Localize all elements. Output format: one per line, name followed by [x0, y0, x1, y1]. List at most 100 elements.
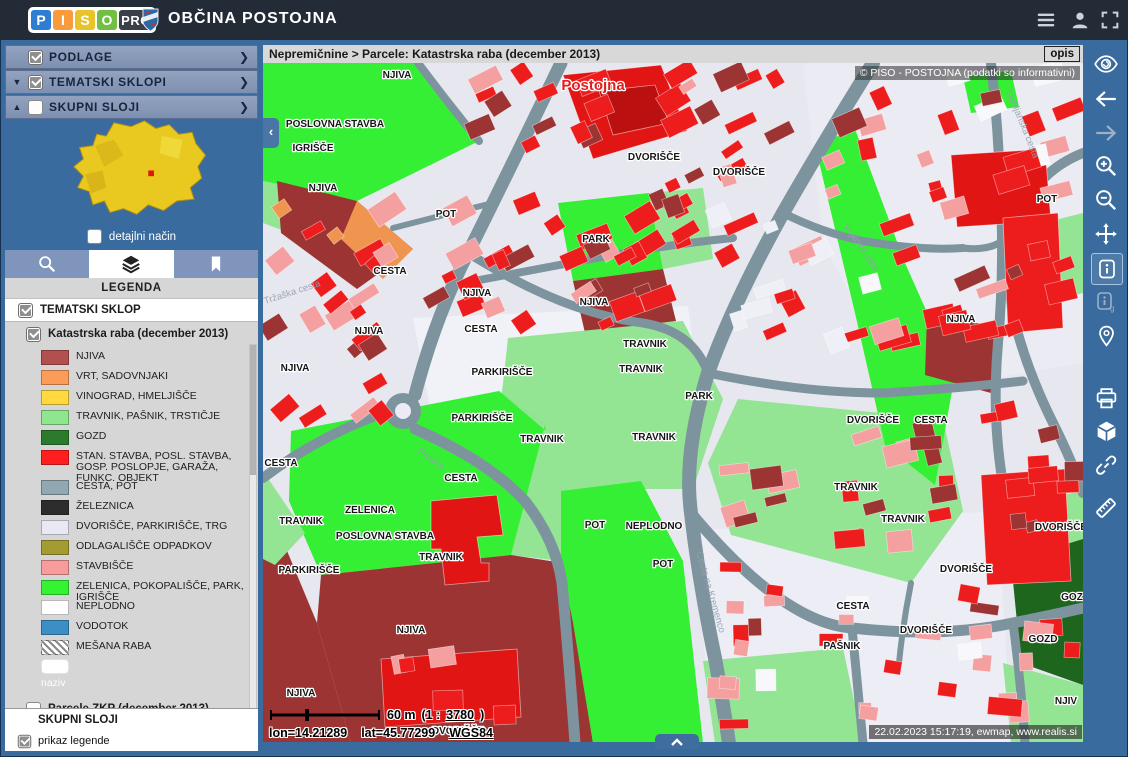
legend-item: CESTA, POT [41, 479, 258, 499]
location-pin-button[interactable] [1091, 321, 1121, 351]
overview-location-marker [148, 170, 154, 176]
map-label: TRAVNIK [834, 482, 878, 493]
tab-search[interactable] [5, 250, 89, 278]
legend-swatch [41, 410, 69, 425]
zoom-in-button[interactable] [1091, 151, 1121, 181]
map-area: Nepremičnine > Parcele: Katastrska raba … [263, 45, 1083, 742]
logo-letter: I [53, 10, 73, 30]
detail-mode-checkbox[interactable] [87, 229, 102, 244]
tab-layers[interactable] [89, 250, 173, 278]
map-toolbar: g [1083, 45, 1128, 757]
layer-row-katastrska[interactable]: Katastrska raba (december 2013) [5, 322, 258, 346]
sidebar-panel-tematski-sklopi[interactable]: ▼ TEMATSKI SKLOPI❯ [5, 70, 258, 94]
thematic-group-row[interactable]: TEMATSKI SKLOP [5, 299, 258, 322]
group-info-tool-button[interactable]: g [1091, 287, 1121, 317]
legend-label: NEPLODNO [76, 599, 246, 612]
legend-label: ODLAGALIŠČE ODPADKOV [76, 539, 246, 552]
map-label: DVORIŠČE [628, 150, 681, 163]
cube-3d-button[interactable] [1091, 416, 1121, 446]
map-label: TRAVNIK [623, 339, 667, 350]
legend-toggle-row[interactable]: prikaz legende [5, 731, 258, 751]
pan-button[interactable] [1091, 219, 1121, 249]
tab-bookmarks[interactable] [174, 250, 258, 278]
chevron-right-icon[interactable]: ❯ [239, 50, 249, 64]
legend-scrollbar[interactable] [249, 344, 257, 750]
layer-katastrska-checkbox[interactable] [26, 327, 41, 342]
legend-label: CESTA, POT [76, 479, 246, 492]
panel-checkbox[interactable] [28, 100, 43, 115]
overview-municipality-map[interactable] [53, 117, 213, 222]
coordinates-readout: lon=14.21289 lat=45.77299 WGS84 [269, 726, 493, 740]
bookmark-icon [206, 254, 226, 274]
detail-mode-row: detajlni način [5, 229, 258, 244]
legend-item: ŽELEZNICA [41, 499, 258, 519]
legend-label: NJIVA [76, 349, 246, 362]
bottom-panel-tab[interactable] [655, 734, 699, 749]
legend-swatch [41, 480, 69, 495]
expand-triangle-icon[interactable]: ▼ [6, 77, 28, 87]
legend-swatch [41, 390, 69, 405]
legend-label: STAVBIŠČE [76, 559, 246, 572]
legend-swatch [41, 520, 69, 535]
panel-checkbox[interactable] [28, 50, 43, 65]
map-label: POSLOVNA STAVBA [286, 119, 384, 130]
legend-label: VINOGRAD, HMELJIŠČE [76, 389, 246, 402]
scale-ratio-value[interactable]: 3780 [446, 708, 474, 722]
map-label: DVORIŠČE [847, 413, 900, 426]
map-label: CESTA [914, 415, 947, 426]
legend-swatch [41, 620, 69, 635]
legend-swatch [41, 640, 69, 655]
map-label: NJIVA [355, 326, 384, 337]
menu-icon[interactable] [1034, 9, 1058, 31]
legend-label: VRT, SADOVNJAKI [76, 369, 246, 382]
piso-pro-logo[interactable]: P I S O PRO [28, 7, 156, 33]
forward-arrow-button[interactable] [1091, 118, 1121, 148]
latitude-value: lat=45.77299 [361, 726, 435, 740]
legend-panel: LEGENDA TEMATSKI SKLOP Katastrska raba (… [5, 278, 258, 751]
measure-ruler-button[interactable] [1091, 493, 1121, 523]
sidebar-panel-podlage[interactable]: PODLAGE❯ [5, 45, 258, 69]
logo-letter: S [75, 10, 95, 30]
legend-label: VODOTOK [76, 619, 246, 632]
chevron-up-icon [670, 738, 684, 747]
print-button[interactable] [1091, 383, 1121, 413]
expand-triangle-icon[interactable]: ▲ [6, 102, 28, 112]
skupni-sloji-header[interactable]: SKUPNI SLOJI [5, 708, 258, 731]
sidebar-collapse-tab[interactable]: ‹ [263, 118, 279, 148]
map-canvas[interactable]: Tržaška cestaVojkova ulicaCesta na Kreme… [263, 63, 1083, 742]
legend-swatch [41, 370, 69, 385]
panel-label: TEMATSKI SKLOPI [49, 75, 239, 89]
legend-toggle-checkbox[interactable] [18, 734, 32, 748]
chevron-right-icon[interactable]: ❯ [239, 100, 249, 114]
legend-item: ODLAGALIŠČE ODPADKOV [41, 539, 258, 559]
datum-link[interactable]: WGS84 [449, 726, 493, 740]
thematic-group-checkbox[interactable] [18, 303, 33, 318]
app-header: P I S O PRO OBČINA POSTOJNA [0, 0, 1128, 40]
visible-layers-eye-button[interactable] [1091, 49, 1121, 79]
map-attribution: © PISO - POSTOJNA (podatki so informativ… [855, 66, 1080, 80]
map-label: PARKIRIŠČE [279, 563, 340, 576]
legend-item: STAN. STAVBA, POSL. STAVBA, GOSP. POSLOP… [41, 449, 258, 479]
link-button[interactable] [1091, 450, 1121, 480]
legend-title: LEGENDA [5, 278, 258, 299]
panel-checkbox[interactable] [28, 75, 43, 90]
legend-item: TRAVNIK, PAŠNIK, TRSTIČJE [41, 409, 258, 429]
search-icon [36, 253, 58, 275]
map-label: DVORIŠČE [713, 165, 766, 178]
map-label: IGRIŠČE [292, 141, 333, 154]
opis-button[interactable]: opis [1044, 46, 1080, 62]
sidebar: PODLAGE❯▼TEMATSKI SKLOPI❯▲SKUPNI SLOJI❯ … [5, 45, 258, 751]
map-label: NEPLODNO [626, 521, 683, 532]
map-label: CESTA [836, 601, 869, 612]
map-label: POT [585, 520, 606, 531]
breadcrumb-bar: Nepremičnine > Parcele: Katastrska raba … [263, 45, 1083, 64]
back-arrow-button[interactable] [1091, 84, 1121, 114]
user-icon[interactable] [1068, 9, 1092, 31]
chevron-right-icon[interactable]: ❯ [239, 75, 249, 89]
zoom-out-button[interactable] [1091, 185, 1121, 215]
info-tool-button[interactable] [1091, 253, 1123, 285]
map-label: PAŠNIK [823, 639, 861, 652]
fullscreen-icon[interactable] [1098, 9, 1122, 31]
map-label: NJIVA [947, 314, 976, 325]
legend-item: STAVBIŠČE [41, 559, 258, 579]
